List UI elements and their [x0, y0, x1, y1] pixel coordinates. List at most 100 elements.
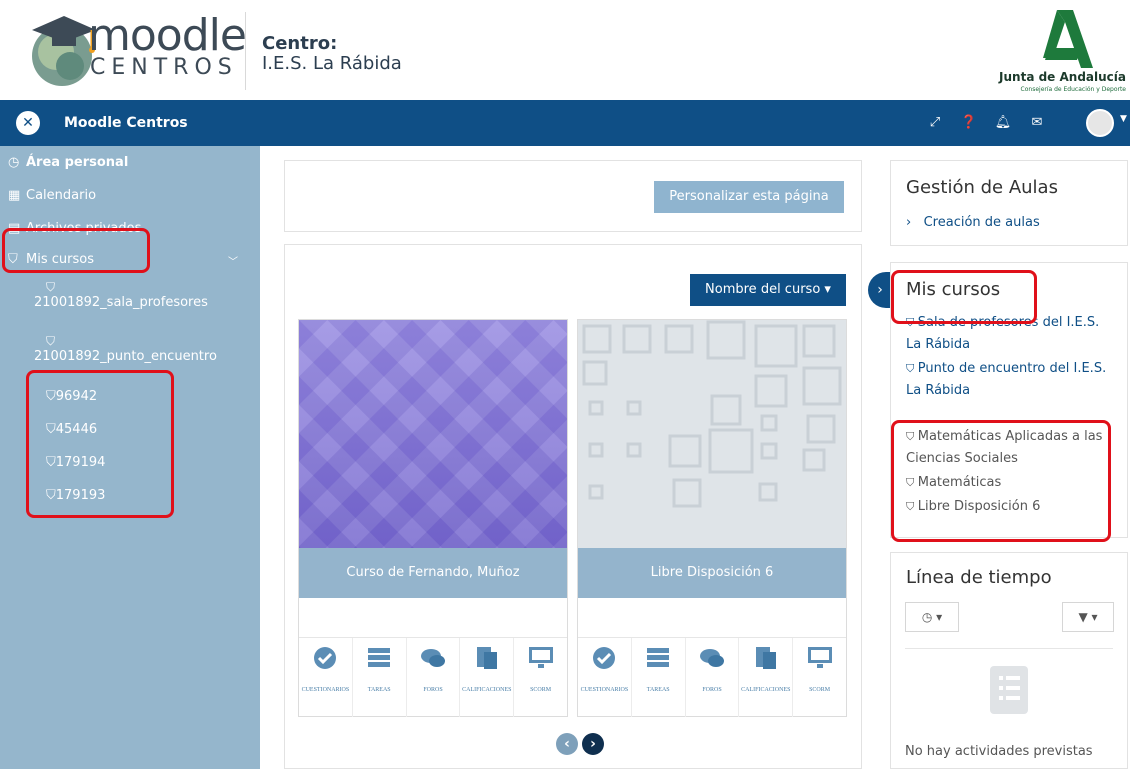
- graduation-cap-icon: ⛉: [46, 389, 56, 404]
- tasks-icon: [368, 648, 391, 667]
- course-card[interactable]: Libre Disposición 6 CUESTIONARIOS TAREAS…: [577, 319, 847, 717]
- chevron-down-icon[interactable]: ﹀: [228, 253, 238, 268]
- empty-list-icon: [990, 666, 1028, 714]
- clock-filter-dropdown[interactable]: ◷ ▾: [905, 602, 959, 632]
- tool-label: CALIFICACIONES: [462, 687, 512, 693]
- mis-cursos-link-label: Matemáticas: [917, 475, 1002, 490]
- sidebar-item-archivos[interactable]: ▤ Archivos privados: [8, 220, 141, 238]
- sidebar-item-label: Archivos privados: [26, 221, 142, 236]
- close-drawer-icon[interactable]: ✕: [16, 111, 40, 135]
- check-circle-icon: [314, 647, 337, 669]
- customize-page-button[interactable]: Personalizar esta página: [654, 181, 844, 213]
- tool-label: CALIFICACIONES: [741, 687, 791, 693]
- help-icon[interactable]: ❓: [958, 112, 980, 134]
- chevron-right-icon: ›: [906, 215, 924, 230]
- tool-calificaciones[interactable]: CALIFICACIONES: [739, 638, 794, 717]
- centro-label: Centro:: [262, 33, 338, 54]
- sidebar-item-label: Área personal: [26, 155, 129, 170]
- junta-subtitle: Consejería de Educación y Deporte: [1020, 86, 1126, 93]
- sidebar-course-96942[interactable]: ⛉96942: [46, 388, 97, 406]
- tool-tareas[interactable]: TAREAS: [632, 638, 686, 717]
- sidebar-course-punto-encuentro[interactable]: ⛉ 21001892_punto_encuentro: [34, 334, 217, 366]
- tool-label: TAREAS: [367, 687, 391, 693]
- tool-label: FOROS: [423, 687, 443, 693]
- tool-tareas[interactable]: TAREAS: [353, 638, 407, 717]
- previous-arrow-icon[interactable]: ‹: [556, 733, 578, 755]
- mis-cursos-link-punto[interactable]: ⛉ Punto de encuentro del I.E.S. La Rábid…: [906, 358, 1116, 402]
- block-drawer-toggle-icon[interactable]: ›: [868, 272, 892, 308]
- tool-label: SCORM: [530, 687, 552, 693]
- expand-icon[interactable]: ⤢: [924, 112, 946, 134]
- top-navbar: ✕ Moodle Centros ⤢ ❓ 🔔︎ ✉ ▼: [0, 100, 1130, 146]
- tool-label: CUESTIONARIOS: [580, 687, 629, 693]
- mis-cursos-link-sala[interactable]: ⛉ Sala de profesores del I.E.S. La Rábid…: [906, 312, 1116, 356]
- mail-icon[interactable]: ✉: [1026, 112, 1048, 134]
- graduation-cap-icon: ⛉: [906, 362, 918, 375]
- tool-foros[interactable]: FOROS: [686, 638, 740, 717]
- course-image: [578, 320, 846, 548]
- sidebar-course-label: 21001892_punto_encuentro: [34, 349, 217, 364]
- tool-scorm[interactable]: SCORM: [793, 638, 846, 717]
- sidebar-course-179193[interactable]: ⛉179193: [46, 487, 105, 505]
- tool-label: FOROS: [702, 687, 722, 693]
- graduation-cap-icon: ⛉: [46, 280, 56, 294]
- tasks-icon: [647, 648, 670, 667]
- tool-cuestionarios[interactable]: CUESTIONARIOS: [578, 638, 632, 717]
- graduation-cap-icon: ⛉: [906, 316, 918, 329]
- course-image: [299, 320, 567, 548]
- forum-icon: [420, 649, 445, 667]
- course-tools: CUESTIONARIOS TAREAS FOROS CALIFICACIONE…: [299, 637, 567, 717]
- graduation-cap-icon: ⛉: [46, 455, 56, 470]
- sidebar-course-45446[interactable]: ⛉45446: [46, 421, 97, 439]
- course-name[interactable]: Curso de Fernando, Muñoz: [299, 548, 567, 598]
- mis-cursos-link-matematicas[interactable]: ⛉ Matemáticas: [906, 472, 1001, 494]
- sidebar-item-calendario[interactable]: ▦ Calendario: [8, 187, 96, 205]
- sort-button-label: Nombre del curso: [705, 282, 821, 297]
- sort-by-course-name-button[interactable]: Nombre del curso ▾: [690, 274, 846, 306]
- sidebar-course-label: 179193: [55, 488, 106, 503]
- site-title[interactable]: Moodle Centros: [64, 114, 188, 132]
- mis-cursos-title: Mis cursos: [906, 279, 1001, 300]
- dashboard-icon: ◷: [8, 155, 20, 170]
- sidebar-course-label: 21001892_sala_profesores: [34, 295, 208, 310]
- mis-cursos-link-matematicas-aplicadas[interactable]: ⛉ Matemáticas Aplicadas a las Ciencias S…: [906, 426, 1118, 470]
- user-menu-caret-icon[interactable]: ▼: [1120, 114, 1127, 124]
- linea-tiempo-title: Línea de tiempo: [906, 567, 1052, 588]
- sidebar-course-label: 45446: [55, 422, 98, 437]
- sidebar-course-179194[interactable]: ⛉179194: [46, 454, 105, 472]
- sort-filter-dropdown[interactable]: ▼ ▾: [1062, 602, 1114, 632]
- mis-cursos-link-libre-disposicion[interactable]: ⛉ Libre Disposición 6: [906, 496, 1040, 518]
- logo-wordmark: moodle: [88, 10, 247, 61]
- sidebar-item-area-personal[interactable]: ◷ Área personal: [8, 154, 128, 172]
- sidebar-item-mis-cursos[interactable]: ⛉ Mis cursos: [8, 251, 94, 269]
- next-arrow-icon[interactable]: ›: [582, 733, 604, 755]
- crear-aulas-link[interactable]: › Creación de aulas: [906, 212, 1040, 234]
- sidebar-course-label: 179194: [55, 455, 106, 470]
- check-circle-icon: [593, 647, 616, 669]
- calendar-icon: ▦: [8, 188, 21, 203]
- sidebar-course-sala-profesores[interactable]: ⛉ 21001892_sala_profesores: [34, 280, 208, 312]
- grades-icon: [755, 647, 776, 669]
- graduation-cap-icon: ⛉: [906, 476, 918, 489]
- tool-foros[interactable]: FOROS: [407, 638, 461, 717]
- nav-drawer: ◷ Área personal ▦ Calendario ▤ Archivos pri…: [0, 146, 260, 769]
- user-avatar[interactable]: [1086, 109, 1114, 137]
- sidebar-item-label: Mis cursos: [26, 252, 94, 267]
- tool-scorm[interactable]: SCORM: [514, 638, 567, 717]
- graduation-cap-icon: ⛉: [46, 422, 56, 437]
- sidebar-course-label: 96942: [55, 389, 98, 404]
- empty-timeline-text: No hay actividades previstas: [905, 744, 1093, 759]
- graduation-cap-icon: ⛉: [46, 488, 56, 503]
- bell-icon[interactable]: 🔔︎: [992, 112, 1014, 134]
- tool-cuestionarios[interactable]: CUESTIONARIOS: [299, 638, 353, 717]
- course-card[interactable]: Curso de Fernando, Muñoz CUESTIONARIOS T…: [298, 319, 568, 717]
- tool-calificaciones[interactable]: CALIFICACIONES: [460, 638, 515, 717]
- grades-icon: [476, 647, 497, 669]
- monitor-icon: [528, 647, 553, 668]
- centro-name: I.E.S. La Rábida: [262, 53, 402, 74]
- brand-divider: [245, 12, 246, 90]
- course-name[interactable]: Libre Disposición 6: [578, 548, 846, 598]
- divider: [905, 648, 1113, 649]
- graduation-cap-icon: ⛉: [906, 500, 918, 513]
- mis-cursos-link-label: Matemáticas Aplicadas a las Ciencias Soc…: [906, 429, 1103, 466]
